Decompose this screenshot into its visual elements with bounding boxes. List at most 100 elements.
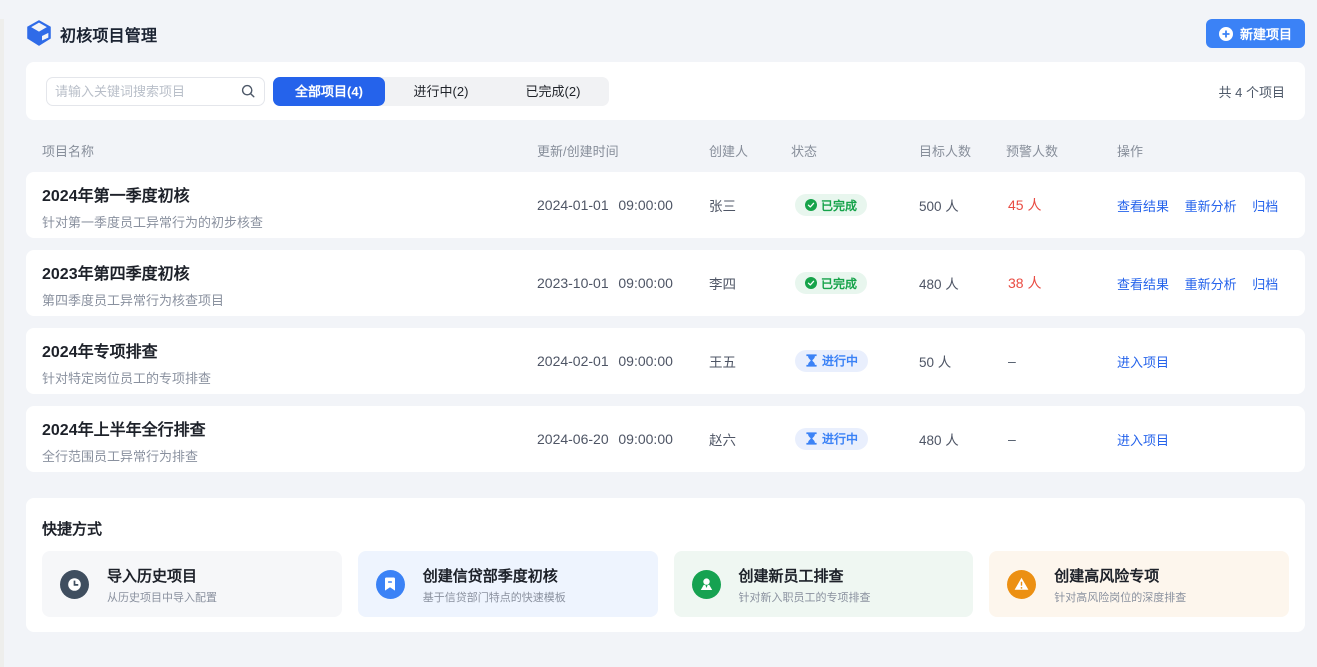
cell-project-name: 2024年上半年全行排查 全行范围员工异常行为排查 bbox=[42, 414, 537, 465]
cell-creator: 赵六 bbox=[709, 429, 791, 449]
cell-target: 480 人 bbox=[919, 273, 1006, 293]
cell-creator: 王五 bbox=[709, 351, 791, 371]
page-title: 初核项目管理 bbox=[60, 22, 157, 46]
project-desc: 全行范围员工异常行为排查 bbox=[42, 446, 537, 465]
shortcut-title: 创建信贷部季度初核 bbox=[423, 565, 566, 586]
cell-project-name: 2024年第一季度初核 针对第一季度员工异常行为的初步核查 bbox=[42, 180, 537, 231]
status-badge-running: 进行中 bbox=[795, 350, 868, 372]
cell-time: 2024-02-01 09:00:00 bbox=[537, 353, 709, 369]
warning-icon bbox=[1007, 570, 1036, 599]
shortcut-text: 创建新员工排查 针对新入职员工的专项排查 bbox=[739, 565, 871, 605]
check-circle-icon bbox=[805, 277, 817, 289]
project-title: 2023年第四季度初核 bbox=[42, 260, 537, 284]
cell-warning: – bbox=[1006, 353, 1117, 369]
cell-target: 50 人 bbox=[919, 351, 1006, 371]
cell-time: 2024-06-20 09:00:00 bbox=[537, 431, 709, 447]
cell-status: 已完成 bbox=[791, 272, 919, 294]
status-badge-running: 进行中 bbox=[795, 428, 868, 450]
shortcut-desc: 从历史项目中导入配置 bbox=[107, 589, 217, 605]
hourglass-icon bbox=[805, 432, 818, 445]
tab-completed[interactable]: 已完成(2) bbox=[497, 77, 609, 106]
page-header: 初核项目管理 新建项目 bbox=[26, 19, 1305, 48]
search-icon bbox=[241, 84, 255, 98]
action-archive[interactable]: 归档 bbox=[1252, 277, 1278, 292]
bookmark-icon bbox=[376, 570, 405, 599]
cell-actions: 进入项目 bbox=[1117, 430, 1289, 449]
filter-tabs: 全部项目(4) 进行中(2) 已完成(2) bbox=[273, 77, 609, 106]
cell-creator: 张三 bbox=[709, 195, 791, 215]
shortcut-title: 导入历史项目 bbox=[107, 565, 217, 586]
cell-status: 已完成 bbox=[791, 194, 919, 216]
project-title: 2024年上半年全行排查 bbox=[42, 416, 537, 440]
cell-actions: 查看结果 重新分析 归档 bbox=[1117, 274, 1289, 293]
action-enter-project[interactable]: 进入项目 bbox=[1117, 355, 1169, 370]
cell-project-name: 2023年第四季度初核 第四季度员工异常行为核查项目 bbox=[42, 258, 537, 309]
status-label: 进行中 bbox=[822, 352, 858, 369]
table-row: 2024年上半年全行排查 全行范围员工异常行为排查 2024-06-20 09:… bbox=[26, 406, 1305, 472]
shortcut-desc: 针对新入职员工的专项排查 bbox=[739, 589, 871, 605]
shortcut-title: 创建新员工排查 bbox=[739, 565, 871, 586]
status-label: 已完成 bbox=[821, 197, 857, 214]
shortcut-credit-quarterly[interactable]: 创建信贷部季度初核 基于信贷部门特点的快速模板 bbox=[358, 551, 658, 617]
tab-all-projects[interactable]: 全部项目(4) bbox=[273, 77, 385, 106]
tab-in-progress[interactable]: 进行中(2) bbox=[385, 77, 497, 106]
shortcut-text: 创建高风险专项 针对高风险岗位的深度排查 bbox=[1054, 565, 1186, 605]
shortcut-text: 导入历史项目 从历史项目中导入配置 bbox=[107, 565, 217, 605]
shortcut-new-employee[interactable]: 创建新员工排查 针对新入职员工的专项排查 bbox=[674, 551, 974, 617]
new-project-label: 新建项目 bbox=[1240, 24, 1292, 43]
cell-time: 2024-01-01 09:00:00 bbox=[537, 197, 709, 213]
shortcut-title: 创建高风险专项 bbox=[1054, 565, 1186, 586]
cell-actions: 查看结果 重新分析 归档 bbox=[1117, 196, 1289, 215]
search-box bbox=[46, 77, 265, 106]
app-cube-logo-icon bbox=[24, 18, 54, 48]
clock-icon bbox=[60, 570, 89, 599]
col-header-warning: 预警人数 bbox=[1006, 141, 1117, 160]
table-row: 2024年第一季度初核 针对第一季度员工异常行为的初步核查 2024-01-01… bbox=[26, 172, 1305, 238]
cell-time: 2023-10-01 09:00:00 bbox=[537, 275, 709, 291]
total-count: 共 4 个项目 bbox=[1219, 82, 1285, 101]
shortcut-import-history[interactable]: 导入历史项目 从历史项目中导入配置 bbox=[42, 551, 342, 617]
project-title: 2024年专项排查 bbox=[42, 338, 537, 362]
cell-creator: 李四 bbox=[709, 273, 791, 293]
user-icon bbox=[692, 570, 721, 599]
status-badge-done: 已完成 bbox=[795, 194, 867, 216]
action-archive[interactable]: 归档 bbox=[1252, 199, 1278, 214]
cell-warning: 45 人 bbox=[1006, 195, 1117, 215]
search-input[interactable] bbox=[46, 77, 265, 106]
action-reanalyze[interactable]: 重新分析 bbox=[1185, 199, 1237, 214]
page-container: 初核项目管理 新建项目 全部项目(4) 进行中(2) 已完成(2) 共 4 个项… bbox=[26, 19, 1305, 632]
toolbar-card: 全部项目(4) 进行中(2) 已完成(2) 共 4 个项目 bbox=[26, 62, 1305, 120]
table-row: 2023年第四季度初核 第四季度员工异常行为核查项目 2023-10-01 09… bbox=[26, 250, 1305, 316]
window-left-edge bbox=[0, 19, 4, 667]
status-label: 已完成 bbox=[821, 275, 857, 292]
col-header-actions: 操作 bbox=[1117, 141, 1289, 160]
status-badge-done: 已完成 bbox=[795, 272, 867, 294]
status-label: 进行中 bbox=[822, 430, 858, 447]
action-reanalyze[interactable]: 重新分析 bbox=[1185, 277, 1237, 292]
cell-target: 480 人 bbox=[919, 429, 1006, 449]
col-header-status: 状态 bbox=[791, 141, 919, 160]
col-header-creator: 创建人 bbox=[709, 141, 791, 160]
new-project-button[interactable]: 新建项目 bbox=[1206, 19, 1305, 48]
col-header-name: 项目名称 bbox=[42, 141, 537, 160]
shortcuts-section: 快捷方式 导入历史项目 从历史项目中导入配置 bbox=[26, 498, 1305, 632]
shortcut-grid: 导入历史项目 从历史项目中导入配置 创建信贷部季度初核 基于信贷部门特点的快速模… bbox=[42, 551, 1289, 617]
cell-warning: – bbox=[1006, 431, 1117, 447]
hourglass-icon bbox=[805, 354, 818, 367]
cell-actions: 进入项目 bbox=[1117, 352, 1289, 371]
table-row: 2024年专项排查 针对特定岗位员工的专项排查 2024-02-01 09:00… bbox=[26, 328, 1305, 394]
action-view-results[interactable]: 查看结果 bbox=[1117, 199, 1169, 214]
shortcut-high-risk[interactable]: 创建高风险专项 针对高风险岗位的深度排查 bbox=[989, 551, 1289, 617]
shortcuts-title: 快捷方式 bbox=[42, 518, 1289, 539]
plus-circle-icon bbox=[1219, 27, 1233, 41]
project-desc: 第四季度员工异常行为核查项目 bbox=[42, 290, 537, 309]
project-title: 2024年第一季度初核 bbox=[42, 182, 537, 206]
col-header-target: 目标人数 bbox=[919, 141, 1006, 160]
action-enter-project[interactable]: 进入项目 bbox=[1117, 433, 1169, 448]
shortcut-desc: 针对高风险岗位的深度排查 bbox=[1054, 589, 1186, 605]
action-view-results[interactable]: 查看结果 bbox=[1117, 277, 1169, 292]
shortcut-text: 创建信贷部季度初核 基于信贷部门特点的快速模板 bbox=[423, 565, 566, 605]
shortcut-desc: 基于信贷部门特点的快速模板 bbox=[423, 589, 566, 605]
check-circle-icon bbox=[805, 199, 817, 211]
cell-status: 进行中 bbox=[791, 428, 919, 451]
